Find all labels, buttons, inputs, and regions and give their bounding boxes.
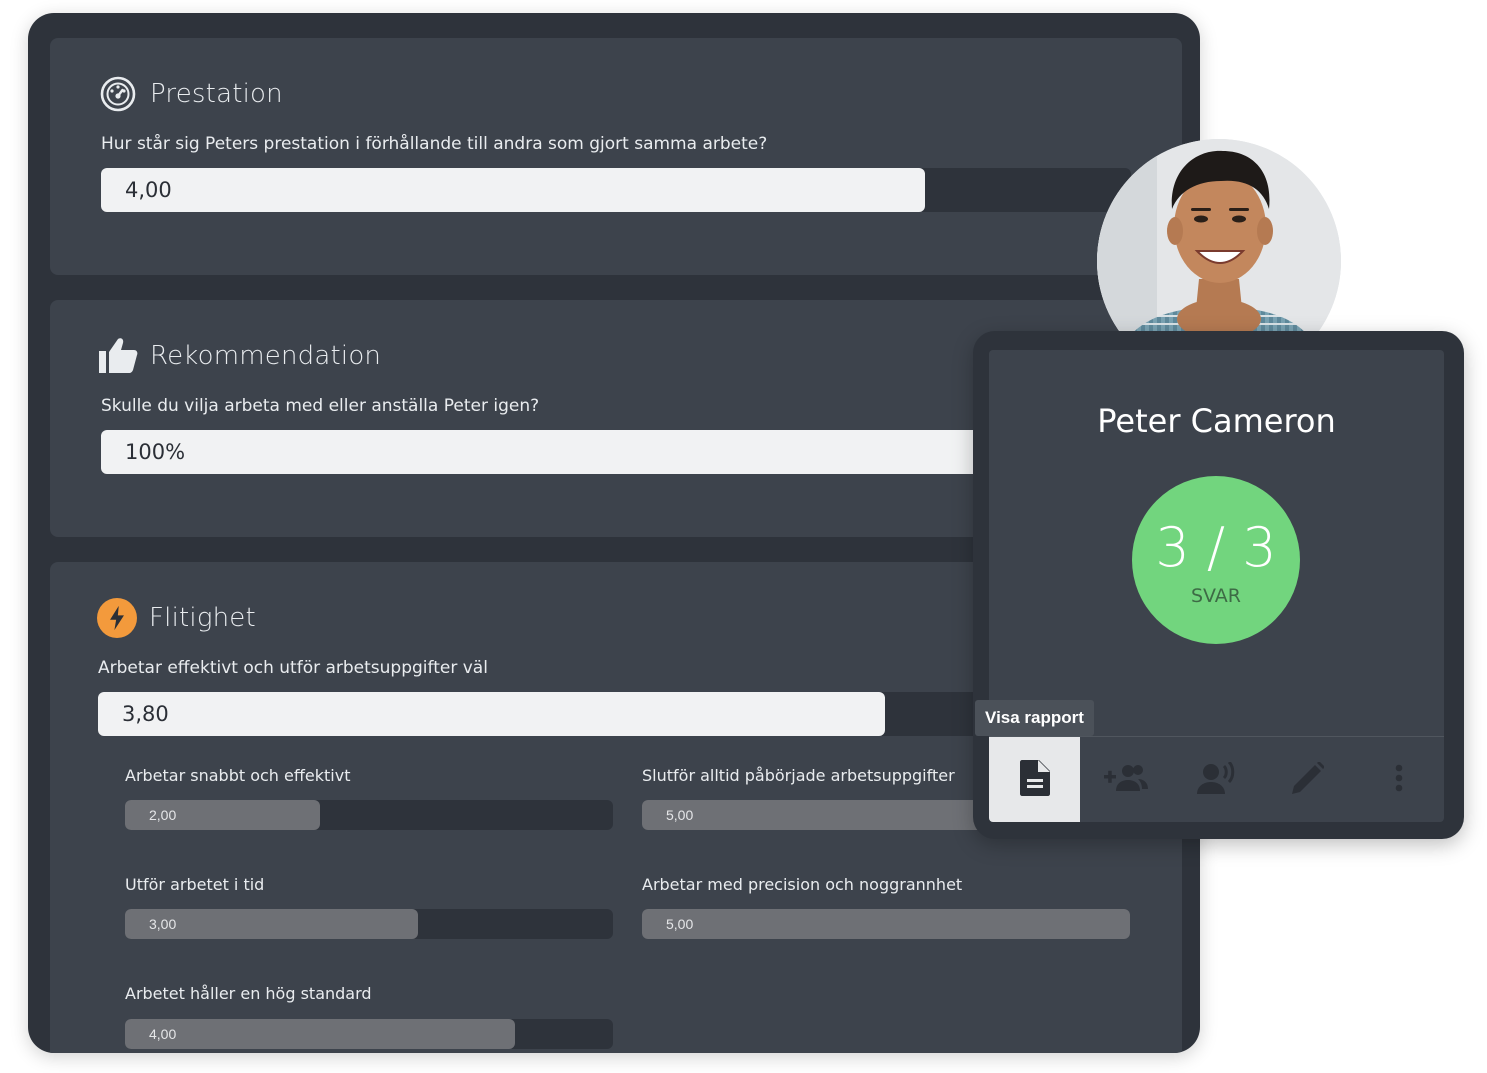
request-feedback-button[interactable] (1171, 737, 1262, 822)
response-count: 3 / 3 (1155, 516, 1277, 579)
subscore-bar: 4,00 (125, 1019, 613, 1049)
subscore-label: Arbetar snabbt och effektivt (125, 766, 351, 785)
lightning-icon (97, 598, 137, 638)
edit-button[interactable] (1262, 737, 1353, 822)
add-group-icon (1103, 764, 1148, 797)
prestation-header: Prestation (98, 74, 283, 114)
more-vert-icon (1395, 764, 1403, 797)
subscore-value: 2,00 (149, 807, 177, 823)
subscore-value: 5,00 (666, 916, 694, 932)
subscore-value: 3,00 (149, 916, 177, 932)
prestation-card: Prestation Hur står sig Peters prestatio… (50, 38, 1182, 275)
subscore-label: Slutför alltid påbörjade arbetsuppgifter (642, 766, 955, 785)
profile-panel-body: Peter Cameron 3 / 3 SVAR (989, 350, 1444, 822)
subscore-bar: 5,00 (642, 909, 1130, 939)
view-report-tooltip: Visa rapport (975, 700, 1094, 736)
thumbs-up-icon (98, 336, 138, 376)
flitighet-header: Flitighet (97, 598, 256, 638)
rekommendation-question: Skulle du vilja arbeta med eller anställ… (101, 396, 540, 416)
profile-toolbar (989, 736, 1444, 822)
flitighet-title: Flitighet (149, 603, 256, 633)
prestation-question: Hur står sig Peters prestation i förhåll… (101, 134, 768, 154)
subscore-value: 4,00 (149, 1026, 177, 1042)
rekommendation-value: 100% (125, 440, 186, 464)
response-count-badge: 3 / 3 SVAR (1132, 476, 1300, 644)
voice-icon (1196, 760, 1237, 799)
subscore-label: Arbetet håller en hög standard (125, 984, 372, 1003)
subscore-label: Arbetar med precision och noggrannhet (642, 875, 963, 894)
prestation-bar: 4,00 (101, 168, 1131, 212)
prestation-bar-fill (101, 168, 925, 212)
speedometer-icon (98, 74, 138, 114)
subscore-bar: 3,00 (125, 909, 613, 939)
view-report-button[interactable] (989, 737, 1080, 822)
report-icon (1019, 759, 1050, 801)
add-participants-button[interactable] (1080, 737, 1171, 822)
subscore-value: 5,00 (666, 807, 694, 823)
rekommendation-header: Rekommendation (98, 336, 381, 376)
subscore-bar-fill (642, 909, 1130, 939)
response-label: SVAR (1190, 585, 1242, 607)
prestation-title: Prestation (150, 79, 283, 109)
rekommendation-title: Rekommendation (150, 341, 382, 371)
profile-panel: Peter Cameron 3 / 3 SVAR (973, 331, 1464, 839)
profile-name: Peter Cameron (1097, 402, 1336, 440)
subscore-bar-fill (125, 1019, 515, 1049)
subscore-bar: 2,00 (125, 800, 613, 830)
prestation-value: 4,00 (125, 178, 172, 202)
flitighet-question: Arbetar effektivt och utför arbetsuppgif… (98, 658, 488, 678)
flitighet-value: 3,80 (122, 702, 169, 726)
subscore-label: Utför arbetet i tid (125, 875, 265, 894)
flitighet-bar-fill (98, 692, 885, 736)
more-options-button[interactable] (1353, 737, 1444, 822)
edit-icon (1291, 760, 1325, 799)
